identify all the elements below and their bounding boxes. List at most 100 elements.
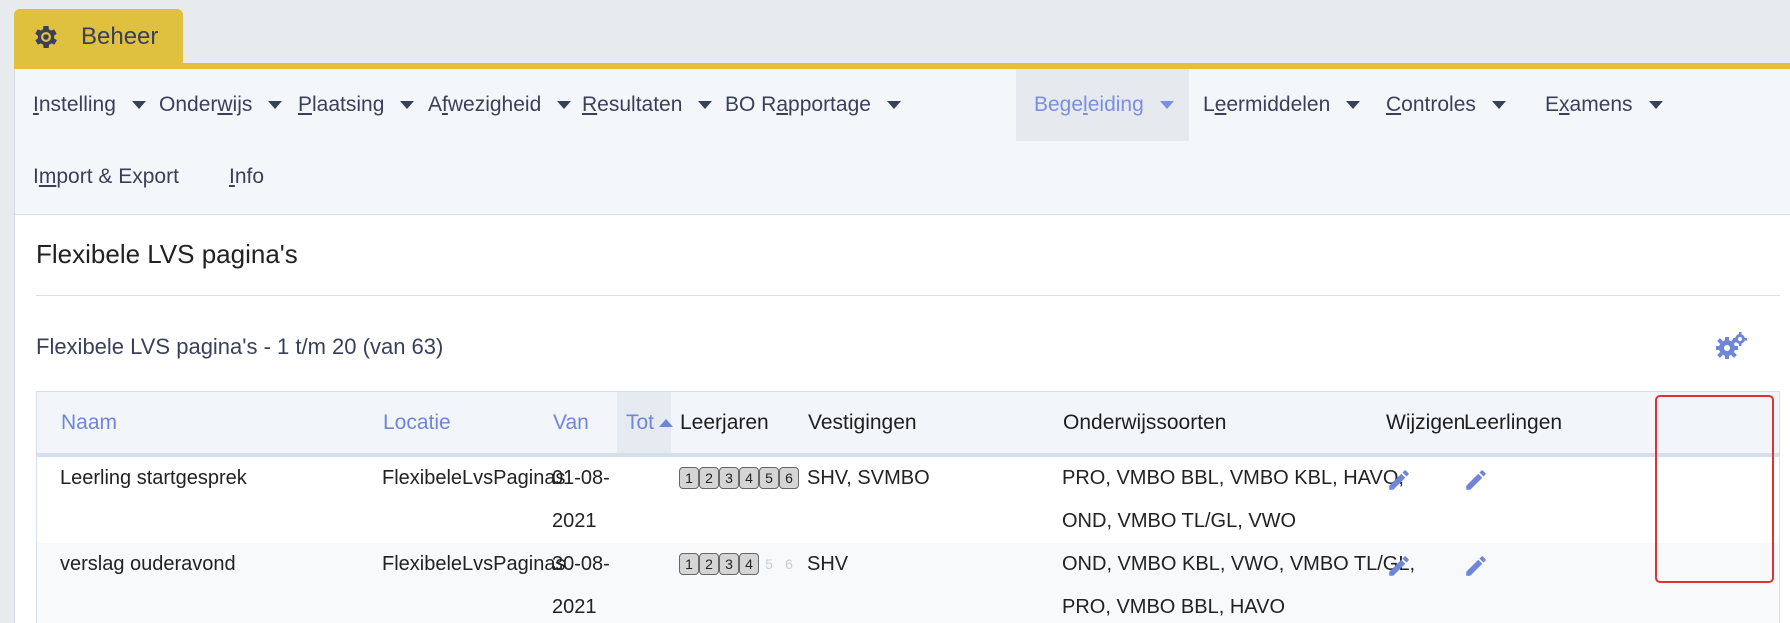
column-header-tot[interactable]: Tot (617, 392, 674, 453)
cell-onderwijssoorten: PRO, VMBO BBL, VMBO KBL, HAVO, OND, VMBO… (1062, 457, 1404, 543)
menu-label: esultaten (597, 93, 683, 116)
menu-item-bo-rapportage[interactable]: BO Ra pportage (707, 69, 919, 141)
table-header: Naam Locatie Van Tot Leerjaren Vestiging… (37, 392, 1779, 457)
year-badge: 6 (785, 556, 793, 572)
lvs-table: Naam Locatie Van Tot Leerjaren Vestiging… (36, 391, 1780, 623)
menu-item-leermiddelen[interactable]: Le ermiddelen (1185, 69, 1378, 141)
year-badge: 6 (779, 467, 799, 489)
column-header-leerlingen: Leerlingen (1464, 410, 1563, 434)
menu-accesskey: C (1386, 93, 1402, 116)
menu-accesskey: a (776, 93, 789, 116)
menu-item-examens[interactable]: Ex amens (1527, 69, 1681, 141)
column-header-onderwijssoorten: Onderwijssoorten (1063, 410, 1227, 434)
cell-onderwijssoorten-line: OND, VMBO TL/GL, VWO (1062, 510, 1297, 532)
list-subtitle: Flexibele LVS pagina's - 1 t/m 20 (van 6… (36, 334, 444, 359)
cell-onderwijssoorten: OND, VMBO KBL, VWO, VMBO TL/GL, PRO, VMB… (1062, 543, 1415, 623)
caret-down-icon (886, 101, 901, 109)
cell-onderwijssoorten-line: OND, VMBO KBL, VWO, VMBO TL/GL, (1062, 553, 1416, 575)
column-header-locatie[interactable]: Locatie (383, 392, 451, 453)
year-badge: 5 (765, 556, 773, 572)
menu-label: amens (1569, 93, 1633, 116)
year-badge: 1 (679, 467, 699, 489)
menu-label: E (1545, 93, 1560, 116)
menu-item-begeleiding[interactable]: Bege l eiding (1016, 69, 1189, 141)
caret-down-icon (1346, 101, 1361, 109)
menu-accesskey: P (298, 93, 313, 116)
menu-label: A (428, 93, 443, 116)
menu-label: Bege (1034, 93, 1084, 116)
menu-accesskey: R (582, 93, 598, 116)
column-header-tot-label: Tot (626, 410, 655, 434)
year-badge: 2 (699, 467, 719, 489)
cell-van-line: 2021 (552, 596, 597, 618)
cell-naam: verslag ouderavond (60, 553, 236, 575)
menu-label: nfo (234, 165, 265, 188)
page-title: Flexibele LVS pagina's (36, 239, 298, 269)
column-header-naam[interactable]: Naam (61, 392, 117, 453)
cell-vestigingen: SHV, SVMBO (807, 467, 930, 489)
menu-label: ijs (232, 93, 253, 116)
sort-ascending-icon (659, 418, 674, 427)
cell-onderwijssoorten-line: PRO, VMBO BBL, VMBO KBL, HAVO, (1062, 467, 1404, 489)
cell-leerjaren: 1 2 3 4 5 6 (679, 467, 799, 489)
menu-item-onderwijs[interactable]: Onder w ijs (141, 69, 300, 141)
year-badge: 2 (699, 553, 719, 575)
gear-icon (35, 26, 57, 48)
menu-item-info[interactable]: Info (211, 141, 282, 213)
table-row: verslag ouderavond FlexibeleLvsPaginas 3… (37, 543, 1779, 623)
year-badge: 4 (739, 553, 759, 575)
caret-down-icon (1648, 101, 1663, 109)
menu-label: Onder (159, 93, 218, 116)
edit-students-pencil-icon[interactable] (1463, 467, 1489, 493)
menu-label: port & Export (56, 165, 179, 188)
cell-van-line: 30-08- (552, 553, 610, 575)
edit-pencil-icon[interactable] (1386, 553, 1412, 579)
beheer-tab-label: Beheer (81, 23, 159, 50)
beheer-tab[interactable]: Beheer (14, 9, 183, 65)
cell-vestigingen: SHV (807, 553, 849, 575)
edit-pencil-icon[interactable] (1386, 467, 1412, 493)
column-header-vestigingen: Vestigingen (808, 410, 917, 434)
cell-leerjaren: 1 2 3 4 5 6 (679, 553, 799, 575)
menu-item-controles[interactable]: Controles (1368, 69, 1524, 141)
menu-label: L (1203, 93, 1215, 116)
menu-accesskey: m (38, 165, 57, 188)
cell-van-line: 2021 (552, 510, 597, 532)
year-badge: 5 (759, 467, 779, 489)
menu-label: BO R (725, 93, 777, 116)
main-menu: Instelling Onder w ijs Plaatsing Af wezighe… (15, 69, 1790, 215)
caret-down-icon (1491, 101, 1506, 109)
caret-down-icon (1159, 101, 1174, 109)
column-header-leerjaren: Leerjaren (680, 410, 769, 434)
column-header-wijzigen: Wijzigen (1386, 410, 1466, 434)
title-divider (36, 295, 1780, 296)
menu-label: pportage (788, 93, 871, 116)
menu-label: laatsing (312, 93, 385, 116)
menu-label: wezigheid (447, 93, 542, 116)
cell-onderwijssoorten-line: PRO, VMBO BBL, HAVO (1062, 596, 1286, 618)
menu-item-afwezigheid[interactable]: Af wezigheid (410, 69, 589, 141)
menu-accesskey: e (1214, 93, 1227, 116)
cell-van: 01-08- 2021 (552, 457, 610, 543)
column-header-van[interactable]: Van (553, 392, 589, 453)
year-badge: 3 (719, 467, 739, 489)
menu-label: ermiddelen (1226, 93, 1331, 116)
menu-accesskey: x (1559, 93, 1570, 116)
cell-van: 30-08- 2021 (552, 543, 610, 623)
cell-locatie: FlexibeleLvsPaginas (382, 553, 566, 575)
cell-naam: Leerling startgesprek (60, 467, 247, 489)
year-badge: 1 (679, 553, 699, 575)
cell-van-line: 01-08- (552, 467, 610, 489)
edit-students-pencil-icon[interactable] (1463, 553, 1489, 579)
menu-label: ontroles (1401, 93, 1476, 116)
menu-accesskey: w (217, 93, 233, 116)
cell-locatie: FlexibeleLvsPaginas (382, 467, 566, 489)
menu-item-import-export[interactable]: Im port & Export (15, 141, 197, 213)
table-row: Leerling startgesprek FlexibeleLvsPagina… (37, 457, 1779, 543)
menu-label: nstelling (38, 93, 116, 116)
app-root: Beheer Instelling Onder w ijs Plaatsing Af… (0, 0, 1790, 623)
main-panel: Instelling Onder w ijs Plaatsing Af wezighe… (14, 69, 1790, 623)
cogs-icon[interactable] (1714, 331, 1748, 361)
year-badge: 3 (719, 553, 739, 575)
menu-item-resultaten[interactable]: Resultaten (564, 69, 730, 141)
